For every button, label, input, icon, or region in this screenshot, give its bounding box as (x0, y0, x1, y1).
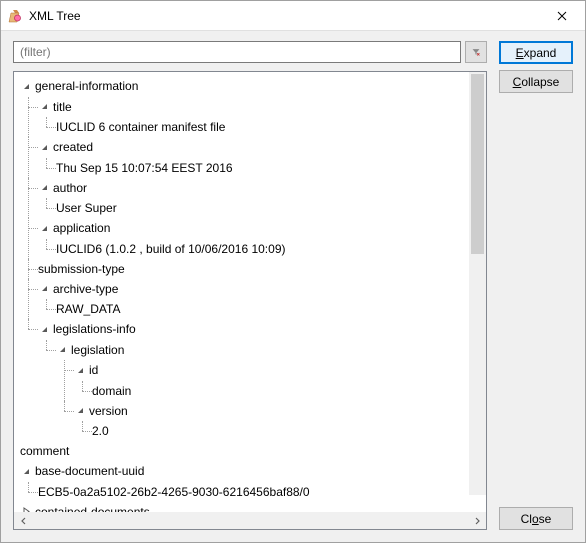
chevron-right-icon[interactable] (20, 506, 32, 513)
tree-leaf[interactable]: domain (92, 381, 131, 401)
tree-leaf-label: RAW_DATA (56, 299, 120, 319)
tree-leaf-label: User Super (56, 198, 117, 218)
collapse-button[interactable]: Collapse (499, 70, 573, 93)
tree-leaf-label: 2.0 (92, 421, 109, 441)
scroll-left-icon[interactable] (16, 513, 31, 528)
titlebar: XML Tree (1, 1, 585, 31)
tree-node-label: general-information (35, 76, 138, 96)
tree-node-label: legislations-info (53, 319, 136, 339)
tree-node[interactable]: contained-documents (20, 502, 150, 513)
tree-node[interactable]: general-information (20, 76, 138, 96)
tree-leaf[interactable]: RAW_DATA (56, 299, 120, 319)
button-label: Collapse (513, 75, 560, 89)
tree-node-label: created (53, 137, 93, 157)
expand-button[interactable]: Expand (499, 41, 573, 64)
tree-node-label: archive-type (53, 279, 118, 299)
chevron-down-icon[interactable] (38, 222, 50, 234)
button-label: Expand (516, 46, 557, 60)
tree-node[interactable]: created (38, 137, 93, 157)
tree-leaf[interactable]: IUCLID 6 container manifest file (56, 117, 225, 137)
left-column: general-information title IUCLID 6 conta (13, 41, 487, 530)
tree-leaf[interactable]: IUCLID6 (1.0.2 , build of 10/06/2016 10:… (56, 239, 285, 259)
tree-leaf[interactable]: 2.0 (92, 421, 109, 441)
client-area: general-information title IUCLID 6 conta (1, 31, 585, 542)
tree-leaf[interactable]: comment (20, 441, 69, 461)
tree-node[interactable]: id (74, 360, 98, 380)
xml-tree[interactable]: general-information title IUCLID 6 conta (14, 72, 486, 512)
scrollbar-thumb[interactable] (471, 74, 484, 254)
tree-node[interactable]: archive-type (38, 279, 118, 299)
chevron-down-icon[interactable] (38, 283, 50, 295)
tree-node[interactable]: base-document-uuid (20, 461, 144, 481)
tree-node[interactable]: author (38, 178, 87, 198)
tree-leaf-label: Thu Sep 15 10:07:54 EEST 2016 (56, 158, 233, 178)
spacer (499, 99, 573, 501)
tree-node-label: title (53, 97, 72, 117)
tree-leaf[interactable]: submission-type (38, 259, 125, 279)
tree-leaf-label: ECB5-0a2a5102-26b2-4265-9030-6216456baf8… (38, 482, 310, 502)
chevron-down-icon[interactable] (20, 80, 32, 92)
chevron-down-icon[interactable] (38, 323, 50, 335)
tree-leaf-label: comment (20, 441, 69, 461)
chevron-down-icon[interactable] (38, 182, 50, 194)
chevron-down-icon[interactable] (38, 141, 50, 153)
tree-node-label: base-document-uuid (35, 461, 144, 481)
close-button[interactable]: Close (499, 507, 573, 530)
close-icon (557, 11, 567, 21)
xml-tree-dialog: XML Tree (0, 0, 586, 543)
tree-node-label: contained-documents (35, 502, 150, 513)
tree-node[interactable]: version (74, 401, 128, 421)
chevron-down-icon[interactable] (20, 465, 32, 477)
window-title: XML Tree (29, 9, 539, 23)
tree-node-label: author (53, 178, 87, 198)
funnel-clear-icon (472, 45, 480, 59)
window-close-button[interactable] (539, 1, 585, 31)
chevron-down-icon[interactable] (74, 364, 86, 376)
button-label: Close (521, 512, 552, 526)
tree-node[interactable]: title (38, 97, 72, 117)
tree-leaf[interactable]: ECB5-0a2a5102-26b2-4265-9030-6216456baf8… (38, 482, 310, 502)
tree-leaf[interactable]: Thu Sep 15 10:07:54 EEST 2016 (56, 158, 233, 178)
chevron-down-icon[interactable] (56, 344, 68, 356)
tree-node-label: version (89, 401, 128, 421)
tree-node[interactable]: application (38, 218, 110, 238)
tree-container: general-information title IUCLID 6 conta (13, 71, 487, 530)
tree-leaf-label: domain (92, 381, 131, 401)
chevron-down-icon[interactable] (38, 101, 50, 113)
tree-node-label: application (53, 218, 110, 238)
tree-leaf-label: submission-type (38, 259, 125, 279)
tree-leaf-label: IUCLID6 (1.0.2 , build of 10/06/2016 10:… (56, 239, 285, 259)
tree-node-label: id (89, 360, 98, 380)
tree-leaf-label: IUCLID 6 container manifest file (56, 117, 225, 137)
vertical-scrollbar[interactable] (469, 72, 486, 495)
chevron-down-icon[interactable] (74, 405, 86, 417)
scroll-right-icon[interactable] (469, 513, 484, 528)
tree-node[interactable]: legislations-info (38, 319, 136, 339)
app-icon (7, 8, 23, 24)
filter-input[interactable] (13, 41, 461, 63)
filter-row (13, 41, 487, 63)
filter-clear-button[interactable] (465, 41, 487, 63)
horizontal-scrollbar[interactable] (14, 512, 486, 529)
button-column: Expand Collapse Close (499, 41, 573, 530)
tree-leaf[interactable]: User Super (56, 198, 117, 218)
tree-node[interactable]: legislation (56, 340, 124, 360)
tree-node-label: legislation (71, 340, 124, 360)
